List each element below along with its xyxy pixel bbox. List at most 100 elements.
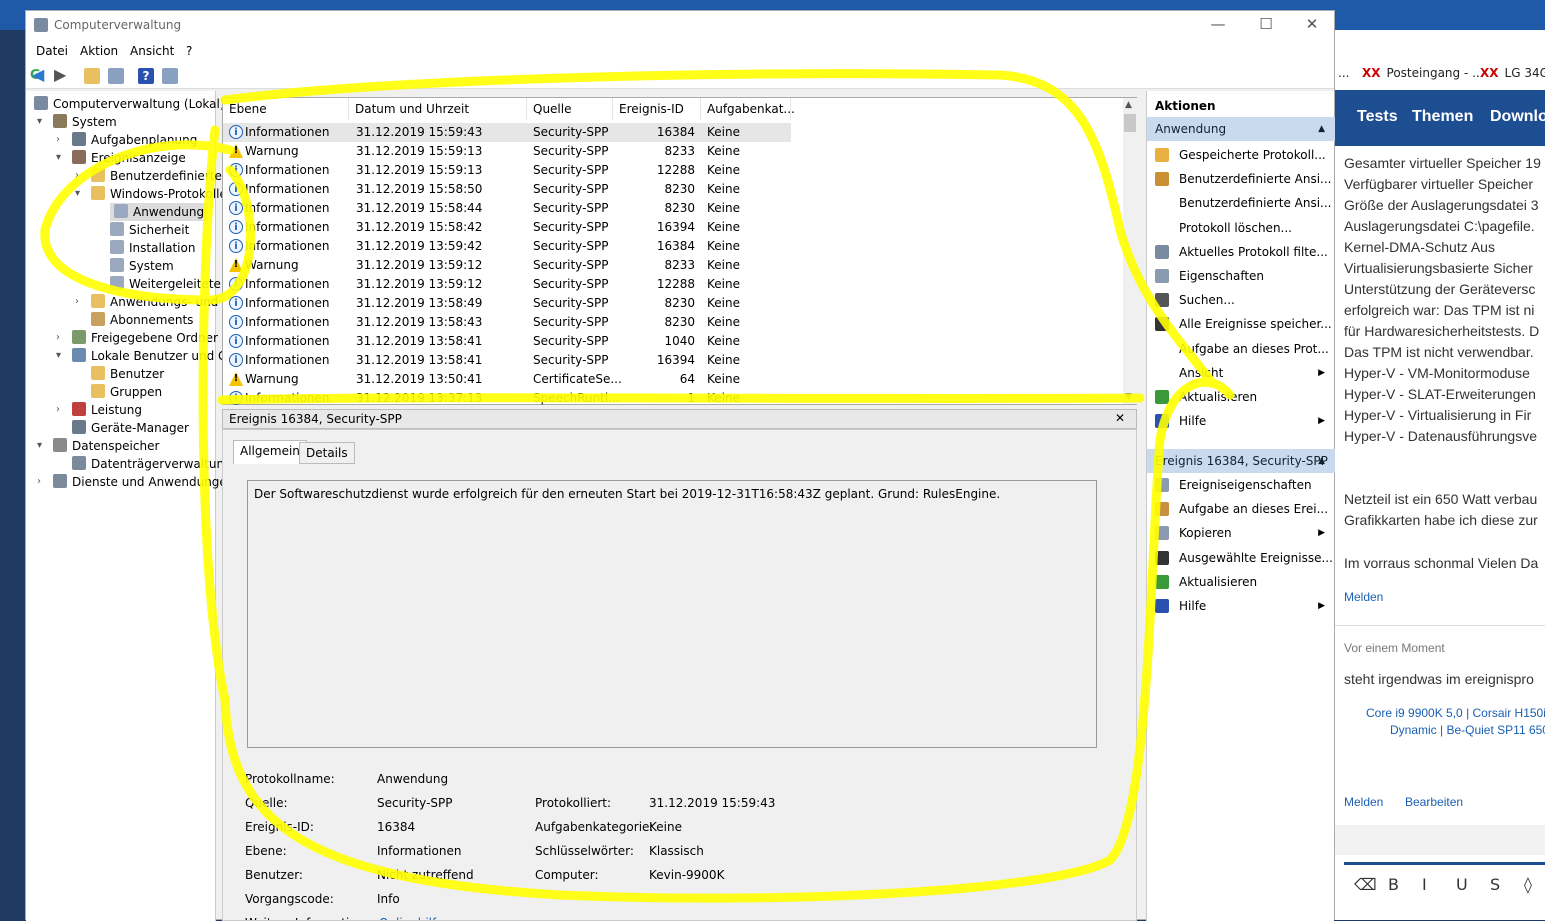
menu-aktion[interactable]: Aktion [80,44,118,58]
action-item[interactable]: Aufgabe an dieses Erei... [1147,497,1335,521]
event-row[interactable]: ! Warnung 31.12.2019 15:59:13 Security-SPP 8… [223,142,791,161]
bookmark[interactable]: XX Posteingang - ... [1362,66,1484,80]
action-item[interactable]: Suchen... [1147,288,1335,312]
event-row[interactable]: i Informationen 31.12.2019 13:58:41 Securit… [223,332,791,351]
event-list-scrollbar[interactable]: ▲ ▼ [1123,98,1137,404]
event-row[interactable]: i Informationen 31.12.2019 15:58:50 Securit… [223,180,791,199]
tree-expander-icon[interactable]: ▾ [75,185,80,203]
event-row[interactable]: i Informationen 31.12.2019 13:59:12 Securit… [223,275,791,294]
tree-item[interactable]: Gruppen [91,383,162,401]
column-aufgabenkategorie[interactable]: Aufgabenkat... [701,98,795,120]
tree-item[interactable]: › Leistung [56,401,142,419]
maximize-button[interactable]: ☐ [1246,15,1286,33]
actions-section-anwendung[interactable]: Anwendung ▲ [1147,117,1335,141]
event-row[interactable]: i Informationen 31.12.2019 15:59:13 Securit… [223,161,791,180]
tree-item[interactable]: ▾ Lokale Benutzer und Gru [56,347,240,365]
tree-item[interactable]: Benutzer [91,365,164,383]
online-help-link[interactable]: Onlinehilfe [379,916,444,920]
column-datum[interactable]: Datum und Uhrzeit [349,98,527,120]
action-item[interactable]: Hilfe ▶ [1147,409,1335,433]
tree-expander-icon[interactable]: › [75,293,79,311]
action-item[interactable]: Hilfe ▶ [1147,594,1335,618]
event-row[interactable]: i Informationen 31.12.2019 15:58:44 Securit… [223,199,791,218]
tree-expander-icon[interactable]: › [56,401,60,419]
tree-expander-icon[interactable]: ▾ [37,437,42,455]
action-item[interactable]: Ansicht ▶ [1147,361,1335,385]
tree-item[interactable]: Sicherheit [110,221,189,239]
forum-nav-item[interactable]: Downlo [1490,108,1545,126]
forum-nav-item[interactable]: Themen [1412,108,1473,126]
event-row[interactable]: i Informationen 31.12.2019 13:59:42 Securit… [223,237,791,256]
action-item[interactable]: Alle Ereignisse speicher... [1147,312,1335,336]
action-item[interactable]: Kopieren ▶ [1147,521,1335,545]
column-ebene[interactable]: Ebene [223,98,349,120]
menu-ansicht[interactable]: Ansicht [130,44,174,58]
action-item[interactable]: Eigenschaften [1147,264,1335,288]
tree-expander-icon[interactable]: › [56,131,60,149]
report-link[interactable]: Melden [1344,590,1383,604]
tree-expander-icon[interactable]: ▾ [37,113,42,131]
report-link[interactable]: Melden [1344,795,1383,809]
action-item[interactable]: Protokoll löschen... [1147,216,1335,240]
column-ereignis-id[interactable]: Ereignis-ID [613,98,701,120]
tree-item[interactable]: › Dienste und Anwendungen [37,473,234,491]
tree-item[interactable]: System [110,257,174,275]
editor-button[interactable]: B [1388,875,1399,894]
show-hide-tree-icon[interactable] [108,68,124,84]
bookmark[interactable]: XXLG 34GK [1480,66,1545,80]
action-item[interactable]: Ereigniseigenschaften [1147,473,1335,497]
column-quelle[interactable]: Quelle [527,98,613,120]
tree-item[interactable]: ▾ System [37,113,117,131]
event-row[interactable]: i Informationen 31.12.2019 15:59:43 Securit… [223,123,791,142]
editor-button[interactable]: U [1456,875,1468,894]
action-item[interactable]: Ausgewählte Ereignisse... [1147,546,1335,570]
tree-item[interactable]: › Aufgabenplanung [56,131,197,149]
up-folder-icon[interactable] [84,68,100,84]
actions-section-event[interactable]: Ereignis 16384, Security-SPP ▲ [1147,449,1335,473]
forum-nav-item[interactable]: Tests [1357,108,1398,126]
tree-item[interactable]: Datenträgerverwaltung [72,455,232,473]
tree-item[interactable]: ▾ Windows-Protokolle [75,185,227,203]
event-row[interactable]: i Informationen 31.12.2019 13:58:43 Securit… [223,313,791,332]
editor-button[interactable]: I [1422,875,1427,894]
action-item[interactable]: Benutzerdefinierte Ansi... [1147,167,1335,191]
action-item[interactable]: Aktualisieren [1147,385,1335,409]
editor-button[interactable]: ◊ [1524,875,1532,894]
tree-expander-icon[interactable]: › [37,473,41,491]
tree-item[interactable]: › Anwendungs- und D [75,293,231,311]
tab-details[interactable]: Details [299,442,355,464]
action-item[interactable]: Aktuelles Protokoll filte... [1147,240,1335,264]
tree-item[interactable]: Weitergeleitete E [110,275,232,293]
action-item[interactable]: Gespeicherte Protokoll... [1147,143,1335,167]
tree-expander-icon[interactable]: › [56,329,60,347]
tree-item[interactable]: › Benutzerdefinierte A [75,167,234,185]
minimize-button[interactable]: — [1198,15,1238,33]
event-row[interactable]: i Informationen 31.12.2019 15:58:42 Securit… [223,218,791,237]
bookmark[interactable]: ... [1338,66,1349,80]
event-row[interactable]: i Informationen 31.12.2019 13:58:49 Securit… [223,294,791,313]
event-row[interactable]: i Informationen 31.12.2019 13:37:13 SpeechR… [223,389,791,408]
help-icon[interactable]: ? [138,68,154,84]
tree-item[interactable]: › Freigegebene Ordner [56,329,218,347]
tab-allgemein[interactable]: Allgemein [233,440,307,464]
tree-item[interactable]: Anwendung [110,203,209,221]
editor-button[interactable]: S [1490,875,1500,894]
tree-item[interactable]: Computerverwaltung (Lokal) [34,95,225,113]
editor-button[interactable]: ⌫ [1354,875,1377,894]
detail-close-icon[interactable]: ✕ [1115,411,1125,425]
action-item[interactable]: Benutzerdefinierte Ansi... [1147,191,1335,215]
tree-expander-icon[interactable]: ▾ [56,149,61,167]
menu-help[interactable]: ? [186,44,192,58]
edit-link[interactable]: Bearbeiten [1405,795,1463,809]
tree-item[interactable]: Installation [110,239,195,257]
action-item[interactable]: Aktualisieren [1147,570,1335,594]
menu-datei[interactable]: Datei [36,44,68,58]
back-icon[interactable]: ◀ [32,67,48,84]
tree-item[interactable]: ▾ Datenspeicher [37,437,159,455]
tree-expander-icon[interactable]: › [75,167,79,185]
event-row[interactable]: ! Warnung 31.12.2019 13:50:41 CertificateSe… [223,370,791,389]
tree-expander-icon[interactable]: ▾ [56,347,61,365]
tree-item[interactable]: Geräte-Manager [72,419,189,437]
action-item[interactable]: Aufgabe an dieses Prot... [1147,337,1335,361]
show-hide-action-pane-icon[interactable] [162,68,178,84]
